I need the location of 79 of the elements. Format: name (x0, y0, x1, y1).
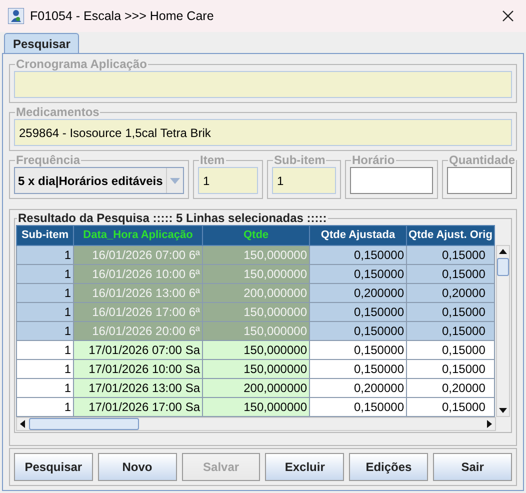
table-cell: 0,15000 (406, 322, 494, 340)
table-cell: 0,150000 (310, 246, 406, 264)
table-cell: 200,000000 (202, 284, 310, 302)
table-cell: 17/01/2026 10:00 Sa (74, 360, 202, 378)
group-label: Medicamentos (16, 105, 100, 119)
table-cell: 16/01/2026 20:00 6ª (74, 322, 202, 340)
table-cell: 17/01/2026 13:00 Sa (74, 378, 202, 398)
table-cell: 0,20000 (406, 284, 494, 302)
text-field[interactable] (14, 71, 512, 98)
action-button[interactable]: Excluir (265, 453, 344, 481)
table-cell: 1 (16, 264, 74, 284)
action-button[interactable]: Pesquisar (14, 453, 93, 481)
table-cell: 1 (16, 398, 74, 416)
table-cell: 0,150000 (310, 398, 406, 416)
table-cell: 16/01/2026 07:00 6ª (74, 246, 202, 264)
table-cell: 0,150000 (310, 264, 406, 284)
tab[interactable]: Pesquisar (4, 33, 80, 53)
table-cell: 0,15000 (406, 340, 494, 360)
horizontal-scrollbar[interactable] (16, 417, 496, 431)
scroll-thumb[interactable] (29, 418, 139, 430)
table-cell: 150,000000 (202, 360, 310, 378)
table-cell: 150,000000 (202, 302, 310, 322)
table-cell: 16/01/2026 10:00 6ª (74, 264, 202, 284)
close-icon[interactable] (502, 10, 514, 22)
time-field[interactable] (350, 167, 433, 194)
table-cell: 0,15000 (406, 264, 494, 284)
quantity-field[interactable] (447, 167, 512, 194)
table-cell: 1 (16, 302, 74, 322)
table-cell: 150,000000 (202, 398, 310, 416)
table-cell: 0,20000 (406, 378, 494, 398)
action-button[interactable]: Edições (349, 453, 428, 481)
table-cell: 17/01/2026 17:00 Sa (74, 398, 202, 416)
table-cell: 1 (16, 284, 74, 302)
table-cell: 1 (16, 322, 74, 340)
text-field[interactable]: 1 (272, 167, 336, 194)
group-label: Quantidade (449, 153, 516, 167)
scroll-thumb[interactable] (497, 258, 509, 276)
group-label: Horário (352, 153, 395, 167)
table-cell: 0,15000 (406, 246, 494, 264)
text-field[interactable]: 259864 - Isosource 1,5cal Tetra Brik (14, 119, 512, 146)
table-cell: 0,15000 (406, 360, 494, 378)
table-cell: 1 (16, 360, 74, 378)
group-label: Item (200, 153, 225, 167)
table-cell: 1 (16, 340, 74, 360)
table-cell: 16/01/2026 13:00 6ª (74, 284, 202, 302)
action-button[interactable]: Novo (98, 453, 177, 481)
table-cell: 150,000000 (202, 264, 310, 284)
table-cell: 17/01/2026 07:00 Sa (74, 340, 202, 360)
table-cell: 0,150000 (310, 322, 406, 340)
text-field[interactable]: 1 (198, 167, 258, 194)
action-button[interactable]: Sair (433, 453, 512, 481)
column-header[interactable]: Data_Hora Aplicação (74, 226, 202, 246)
vertical-scrollbar[interactable] (496, 245, 510, 417)
table-cell: 0,15000 (406, 302, 494, 322)
table-cell: 1 (16, 246, 74, 264)
table-cell: 150,000000 (202, 246, 310, 264)
column-header[interactable]: Qtde (202, 226, 310, 246)
dropdown-arrow-icon (170, 178, 180, 184)
table-cell: 0,150000 (310, 302, 406, 322)
table-cell: 0,200000 (310, 378, 406, 398)
group-label: Resultado da Pesquisa ::::: 5 Linhas selecionadas ::::: (18, 211, 327, 225)
column-header[interactable]: Qtde Ajust. Orig (406, 226, 494, 246)
column-header[interactable]: Sub-item (16, 226, 74, 246)
window-title: F01054 - Escala >>> Home Care (30, 8, 214, 25)
column-header[interactable]: Qtde Ajustada (310, 226, 406, 246)
table-cell: 0,200000 (310, 284, 406, 302)
group-label: Sub-item (274, 153, 326, 167)
table-cell: 200,000000 (202, 378, 310, 398)
group-label: Frequência (16, 153, 80, 167)
table-cell: 150,000000 (202, 340, 310, 360)
group-label: Cronograma Aplicação (16, 57, 147, 71)
table-cell: 150,000000 (202, 322, 310, 340)
frequency-dropdown[interactable]: 5 x dia|Horários editáveis (14, 167, 184, 194)
app-icon (8, 8, 24, 24)
table-cell: 1 (16, 378, 74, 398)
table-cell: 0,150000 (310, 340, 406, 360)
table-cell: 0,15000 (406, 398, 494, 416)
table-cell: 0,150000 (310, 360, 406, 378)
table-cell: 16/01/2026 17:00 6ª (74, 302, 202, 322)
